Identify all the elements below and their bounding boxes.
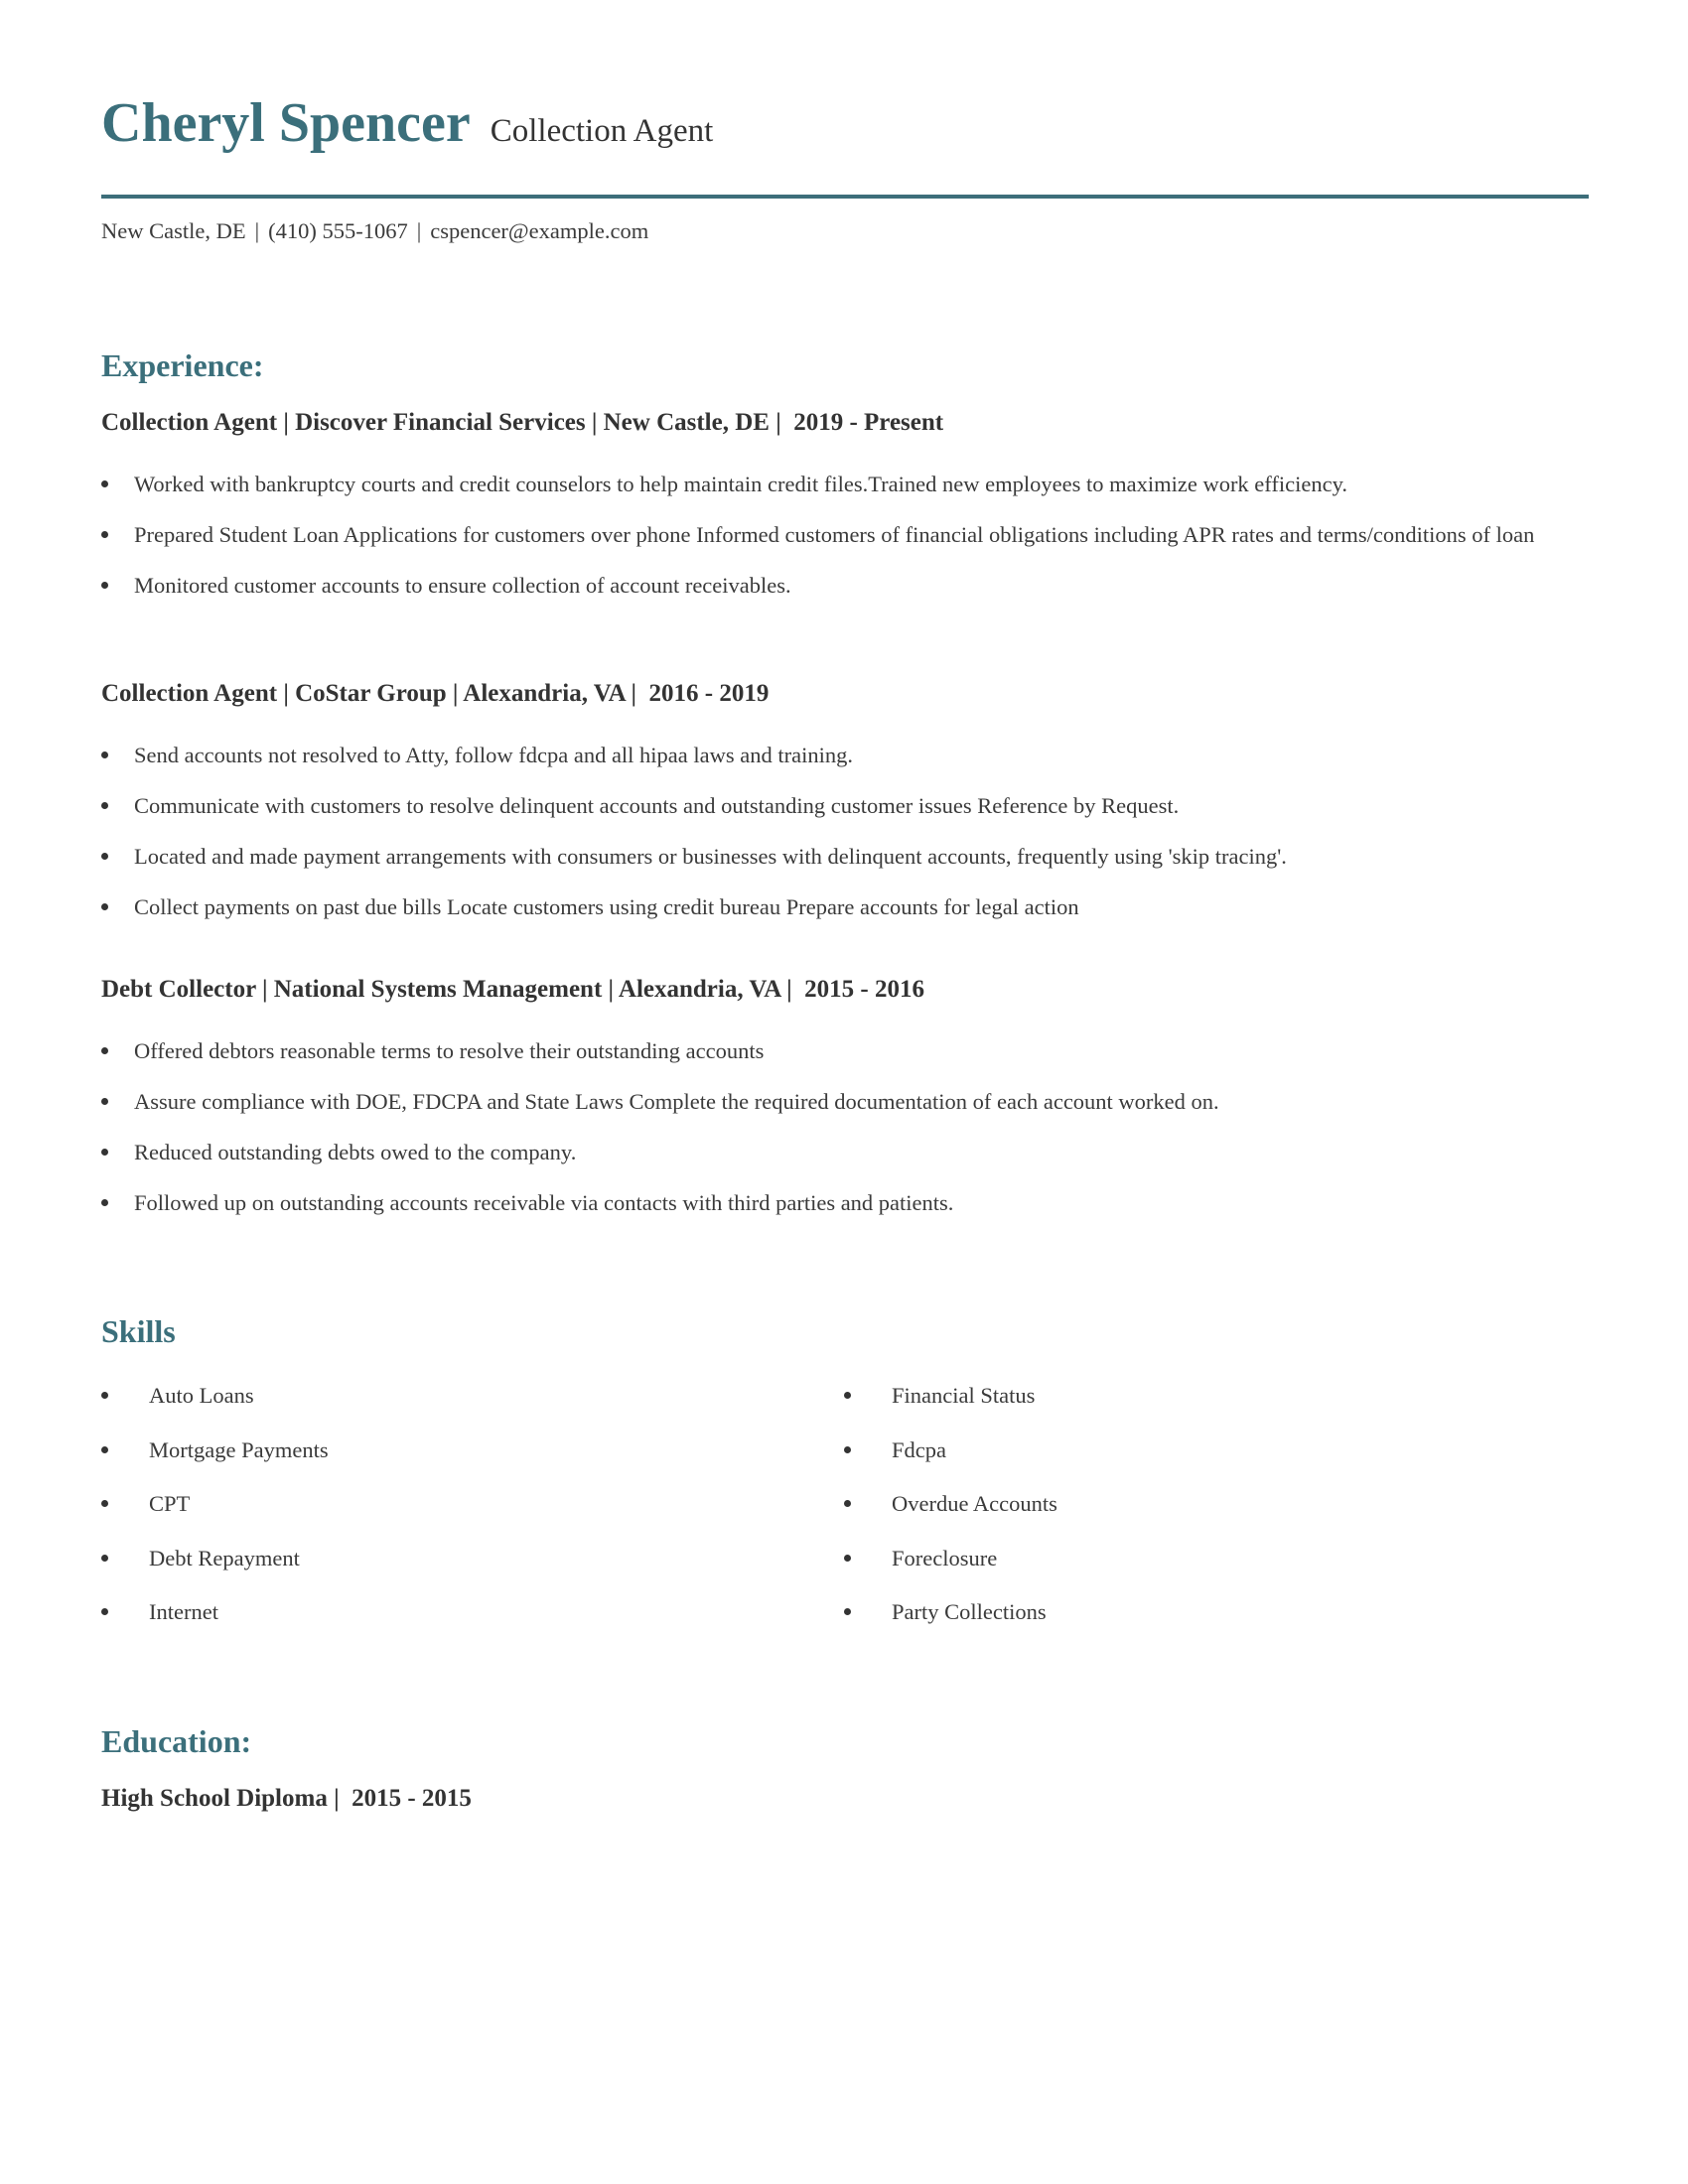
skill-item: Mortgage Payments xyxy=(101,1433,329,1488)
contact-separator: | xyxy=(416,218,422,243)
bullet-text: Prepared Student Loan Applications for c… xyxy=(134,522,1535,547)
skill-text: Auto Loans xyxy=(149,1383,254,1408)
skills-heading: Skills xyxy=(101,1313,176,1349)
candidate-title: Collection Agent xyxy=(490,113,714,149)
resume-header: Cheryl Spencer Collection Agent xyxy=(101,91,713,163)
skill-text: Overdue Accounts xyxy=(892,1491,1057,1516)
contact-line: New Castle, DE | (410) 555-1067 | cspencer@e… xyxy=(101,216,648,246)
bullet-icon xyxy=(101,480,108,487)
job-bullet: Worked with bankruptcy courts and credit… xyxy=(101,468,1591,500)
job-bullet: Assure compliance with DOE, FDCPA and St… xyxy=(101,1085,1591,1118)
bullet-icon xyxy=(844,1392,851,1399)
skill-item: Internet xyxy=(101,1595,329,1650)
job-entry: Collection Agent | CoStar Group | Alexan… xyxy=(101,678,1591,941)
bullet-icon xyxy=(844,1554,851,1562)
job-entry: Debt Collector | National Systems Manage… xyxy=(101,974,1591,1237)
bullet-icon xyxy=(101,903,108,910)
skill-text: CPT xyxy=(149,1491,191,1516)
job-bullets: Worked with bankruptcy courts and credit… xyxy=(101,468,1591,602)
skill-item: Foreclosure xyxy=(844,1542,1057,1596)
job-title-line: Debt Collector | National Systems Manage… xyxy=(101,976,924,1003)
bullet-icon xyxy=(101,1199,108,1206)
skill-text: Party Collections xyxy=(892,1599,1047,1624)
skill-text: Mortgage Payments xyxy=(149,1436,329,1462)
skill-item: Fdcpa xyxy=(844,1433,1057,1488)
job-bullet: Followed up on outstanding accounts rece… xyxy=(101,1186,1591,1219)
bullet-text: Collect payments on past due bills Locat… xyxy=(134,894,1079,919)
bullet-icon xyxy=(101,751,108,758)
job-bullets: Send accounts not resolved to Atty, foll… xyxy=(101,739,1591,923)
skill-text: Internet xyxy=(149,1599,218,1624)
bullet-icon xyxy=(101,1392,108,1399)
skill-text: Foreclosure xyxy=(892,1545,998,1570)
bullet-icon xyxy=(101,853,108,860)
experience-heading: Experience: xyxy=(101,347,264,383)
job-bullet: Offered debtors reasonable terms to reso… xyxy=(101,1034,1591,1067)
skills-column-right: Financial Status Fdcpa Overdue Accounts … xyxy=(844,1379,1057,1650)
bullet-text: Worked with bankruptcy courts and credit… xyxy=(134,472,1347,496)
job-bullets: Offered debtors reasonable terms to reso… xyxy=(101,1034,1591,1219)
skill-text: Debt Repayment xyxy=(149,1545,300,1570)
bullet-icon xyxy=(101,1047,108,1054)
bullet-text: Offered debtors reasonable terms to reso… xyxy=(134,1038,765,1063)
job-bullet: Monitored customer accounts to ensure co… xyxy=(101,569,1591,602)
bullet-icon xyxy=(844,1608,851,1615)
job-bullet: Collect payments on past due bills Locat… xyxy=(101,890,1591,923)
bullet-icon xyxy=(101,1149,108,1156)
contact-location: New Castle, DE xyxy=(101,218,246,243)
bullet-text: Assure compliance with DOE, FDCPA and St… xyxy=(134,1089,1219,1114)
job-entry: Collection Agent | Discover Financial Se… xyxy=(101,407,1591,619)
bullet-icon xyxy=(101,531,108,538)
header-divider xyxy=(101,195,1589,199)
contact-phone: (410) 555-1067 xyxy=(268,218,408,243)
candidate-name: Cheryl Spencer xyxy=(101,92,471,154)
bullet-icon xyxy=(101,1608,108,1615)
job-bullet: Reduced outstanding debts owed to the co… xyxy=(101,1136,1591,1168)
skill-item: Debt Repayment xyxy=(101,1542,329,1596)
job-bullet: Prepared Student Loan Applications for c… xyxy=(101,518,1591,551)
skill-text: Fdcpa xyxy=(892,1436,946,1462)
bullet-icon xyxy=(101,1098,108,1105)
skill-item: Auto Loans xyxy=(101,1379,329,1433)
job-title-line: Collection Agent | CoStar Group | Alexan… xyxy=(101,680,770,707)
bullet-icon xyxy=(844,1500,851,1507)
bullet-icon xyxy=(101,1554,108,1562)
bullet-icon xyxy=(844,1445,851,1453)
skills-column-left: Auto Loans Mortgage Payments CPT Debt Re… xyxy=(101,1379,329,1650)
contact-separator: | xyxy=(254,218,260,243)
bullet-text: Monitored customer accounts to ensure co… xyxy=(134,573,791,598)
bullet-text: Located and made payment arrangements wi… xyxy=(134,844,1287,869)
bullet-text: Reduced outstanding debts owed to the co… xyxy=(134,1140,577,1164)
bullet-text: Followed up on outstanding accounts rece… xyxy=(134,1190,954,1215)
skill-item: Overdue Accounts xyxy=(844,1487,1057,1542)
job-title-line: Collection Agent | Discover Financial Se… xyxy=(101,409,944,436)
job-bullet: Send accounts not resolved to Atty, foll… xyxy=(101,739,1591,771)
job-bullet: Located and made payment arrangements wi… xyxy=(101,840,1591,873)
education-item: High School Diploma | 2015 - 2015 xyxy=(101,1785,472,1812)
bullet-icon xyxy=(101,1445,108,1453)
skill-text: Financial Status xyxy=(892,1383,1036,1408)
skill-item: Party Collections xyxy=(844,1595,1057,1650)
bullet-icon xyxy=(101,582,108,589)
education-heading: Education: xyxy=(101,1723,252,1759)
skill-item: Financial Status xyxy=(844,1379,1057,1433)
contact-email: cspencer@example.com xyxy=(430,218,649,243)
bullet-icon xyxy=(101,1500,108,1507)
job-bullet: Communicate with customers to resolve de… xyxy=(101,789,1591,822)
bullet-text: Send accounts not resolved to Atty, foll… xyxy=(134,743,853,767)
skill-item: CPT xyxy=(101,1487,329,1542)
bullet-icon xyxy=(101,802,108,809)
bullet-text: Communicate with customers to resolve de… xyxy=(134,793,1180,818)
